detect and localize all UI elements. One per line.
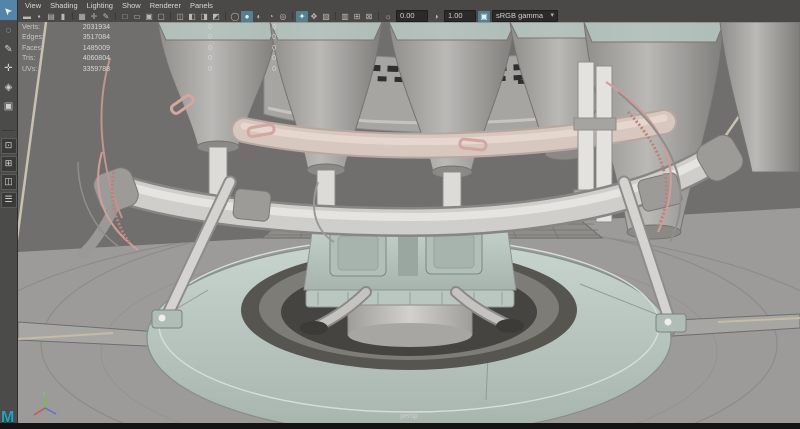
lock-camera-icon[interactable]: ▪	[33, 11, 45, 22]
two-d-pan-zoom-icon[interactable]: ✛	[88, 11, 100, 22]
toolbar-separator	[378, 12, 379, 20]
hud-cell: 0	[212, 24, 276, 31]
lighting-icon[interactable]: ◯	[229, 11, 241, 22]
hud-row-verts: Verts:203193400	[22, 24, 276, 31]
hud-cell: Faces:	[22, 45, 58, 52]
select-tool[interactable]: ➤	[0, 0, 17, 20]
menu-view[interactable]: View	[25, 1, 41, 10]
shadows-icon[interactable]: ◐	[253, 11, 265, 22]
hud-cell: 0	[110, 55, 212, 62]
motion-blur-icon[interactable]: ◎	[277, 11, 289, 22]
image-plane-icon[interactable]: ▦	[76, 11, 88, 22]
camera-attributes-icon[interactable]: ▤	[45, 11, 57, 22]
view-transform-dropdown[interactable]: sRGB gamma ▾	[492, 10, 558, 22]
resolution-gate-icon[interactable]: ◧	[186, 11, 198, 22]
gate-mask-icon[interactable]: ◨	[198, 11, 210, 22]
single-pane-layout[interactable]: ⊡	[1, 138, 17, 154]
panel-menu-bar: View Shading Lighting Show Renderer Panels	[18, 0, 800, 10]
hud-cell: Edges:	[22, 34, 58, 41]
grease-pencil-icon[interactable]: ✎	[100, 11, 112, 22]
hud-row-tris: Tris:406080400	[22, 55, 276, 62]
safe-action-icon[interactable]: ◩	[210, 11, 222, 22]
camera-name-label: persp	[18, 413, 800, 420]
select-camera-icon[interactable]: ▬	[21, 11, 33, 22]
tool-box-tools: ➤◌✎✛◈▣	[0, 0, 17, 116]
perspective-viewport[interactable]: Verts:203193400Edges:351708400Faces:1485…	[18, 22, 800, 423]
timeline-edge-strip	[0, 423, 800, 429]
clip-ghosts-icon[interactable]: ▧	[320, 11, 332, 22]
hud-cell: 0	[212, 55, 276, 62]
toolbar-separator	[335, 12, 336, 20]
axis-z-label: z	[56, 414, 59, 419]
view-transform-value: sRGB gamma	[496, 11, 543, 21]
toolbar-separator	[115, 12, 116, 20]
gamma-field[interactable]: 1.00	[444, 10, 476, 22]
hud-cell: 2031934	[58, 24, 110, 31]
menu-show[interactable]: Show	[122, 1, 141, 10]
tool-box: ➤◌✎✛◈▣ ⊡⊞◫☰ M	[0, 0, 18, 429]
chevron-down-icon: ▾	[550, 11, 554, 21]
paint-select-tool[interactable]: ✎	[0, 40, 17, 58]
plugin-shapes-icon[interactable]: ✦	[296, 11, 308, 22]
bookmarks-icon[interactable]: ▮	[57, 11, 69, 22]
toolbar-separator	[292, 12, 293, 20]
joints-xray-icon[interactable]: ⊠	[363, 11, 375, 22]
toolbar-separator	[225, 12, 226, 20]
layout-shortcuts: ⊡ ⊞ ◫ ☰	[1, 136, 17, 210]
wireframe-icon[interactable]: □	[119, 11, 131, 22]
hud-cell: 0	[110, 45, 212, 52]
panel-toolbar-icons: ▬▪▤▮ ▦✛✎ □▭▣▢ ◫◧◨◩ ◯●◐◔◎ ✦✥▧ ▥⊞⊠	[21, 11, 382, 22]
menu-panels[interactable]: Panels	[190, 1, 213, 10]
maya-viewport-panel: ➤◌✎✛◈▣ ⊡⊞◫☰ M ViewShadingLightingShowRen…	[0, 0, 800, 429]
shaded-icon[interactable]: ▭	[131, 11, 143, 22]
axis-x-label: x	[31, 414, 34, 419]
menu-renderer[interactable]: Renderer	[150, 1, 181, 10]
color-management-icon[interactable]: ▣	[478, 11, 490, 22]
hud-cell: 3359788	[58, 66, 110, 73]
hud-row-uvs: UVs:335978800	[22, 66, 276, 73]
hud-cell: 4060804	[58, 55, 110, 62]
rotate-tool[interactable]: ◈	[0, 78, 17, 96]
use-default-material-icon[interactable]: ▢	[155, 11, 167, 22]
toolbar-separator	[72, 12, 73, 20]
move-tool[interactable]: ✛	[0, 59, 17, 77]
exposure-field[interactable]: 0.00	[396, 10, 428, 22]
lasso-select-tool[interactable]: ◌	[0, 21, 17, 39]
xray-icon[interactable]: ⊞	[351, 11, 363, 22]
axis-gizmo: y x z	[30, 391, 60, 419]
poly-count-hud: Verts:203193400Edges:351708400Faces:1485…	[22, 24, 276, 76]
hud-cell: 0	[212, 45, 276, 52]
menu-shading[interactable]: Shading	[50, 1, 78, 10]
hud-row-edges: Edges:351708400	[22, 34, 276, 41]
occlusion-icon[interactable]: ◔	[265, 11, 277, 22]
hud-cell: 0	[212, 34, 276, 41]
toolbar-separator	[170, 12, 171, 20]
hud-cell: UVs:	[22, 66, 58, 73]
hud-cell: Verts:	[22, 24, 58, 31]
hud-cell: 3517084	[58, 34, 110, 41]
isolate-select-icon[interactable]: ▥	[339, 11, 351, 22]
hud-cell: 1485009	[58, 45, 110, 52]
hud-cell: 0	[212, 66, 276, 73]
shaded-display-icon[interactable]: ●	[241, 11, 253, 22]
menu-lighting[interactable]: Lighting	[87, 1, 113, 10]
scale-tool[interactable]: ▣	[0, 97, 17, 115]
hud-cell: 0	[110, 24, 212, 31]
hud-row-faces: Faces:148500900	[22, 45, 276, 52]
hud-cell: 0	[110, 34, 212, 41]
tool-box-separator	[2, 130, 15, 131]
gamma-icon[interactable]: ◑	[430, 11, 442, 22]
film-gate-icon[interactable]: ◫	[174, 11, 186, 22]
outliner-pane-layout[interactable]: ☰	[1, 192, 17, 208]
scene-rocket-engine-model	[18, 22, 800, 423]
textured-icon[interactable]: ▣	[143, 11, 155, 22]
manipulators-icon[interactable]: ✥	[308, 11, 320, 22]
hud-cell: Tris:	[22, 55, 58, 62]
hud-cell: 0	[110, 66, 212, 73]
four-pane-layout[interactable]: ⊞	[1, 156, 17, 172]
exposure-icon[interactable]: ☼	[382, 11, 394, 22]
two-pane-layout[interactable]: ◫	[1, 174, 17, 190]
